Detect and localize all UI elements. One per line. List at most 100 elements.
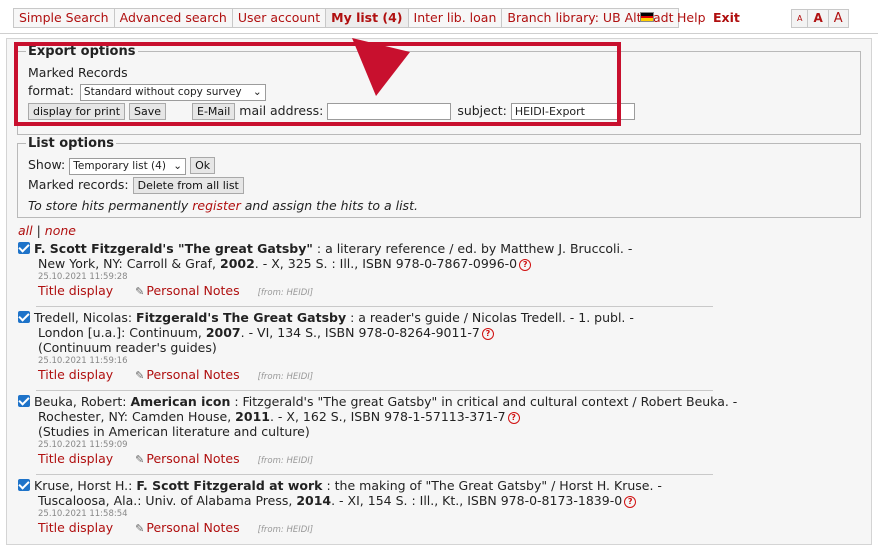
record-source: [from: HEIDI] (257, 456, 314, 466)
exit-link[interactable]: Exit (713, 10, 740, 25)
list-item: Beuka, Robert: American icon : Fitzgeral… (18, 394, 737, 469)
title-display-link[interactable]: Title display (38, 367, 113, 382)
record-extent: . - VI, 134 S., ISBN 978-0-8264-9011-7 (240, 325, 480, 340)
format-select-value: Standard without copy survey (83, 86, 242, 98)
paperclip-icon: ✎ (135, 369, 145, 382)
personal-notes-link[interactable]: Personal Notes (146, 451, 239, 466)
record-timestamp: 25.10.2021 11:59:09 (38, 440, 128, 450)
record-checkbox[interactable] (18, 395, 30, 407)
nav-my-list[interactable]: My list (4) (326, 9, 409, 27)
marked-records-label: Marked Records (28, 65, 128, 80)
nav-inter-library-loan[interactable]: Inter lib. loan (409, 9, 503, 27)
marked-records-row: Marked records: Delete from all list (28, 177, 244, 194)
record-year: 2002 (220, 256, 255, 271)
record-description: : a reader's guide / Nicolas Tredell. - … (346, 310, 634, 325)
register-note-suffix: and assign the hits to a list. (240, 198, 418, 213)
info-icon[interactable]: ? (481, 328, 494, 340)
info-icon[interactable]: ? (507, 412, 520, 424)
format-label: format: (28, 83, 74, 98)
record-source: [from: HEIDI] (257, 372, 314, 382)
list-select[interactable]: Temporary list (4) ⌄ (69, 158, 187, 175)
main-nav: Simple Search Advanced search User accou… (13, 8, 680, 28)
show-row: Show: Temporary list (4) ⌄ Ok (28, 157, 216, 175)
subject-input[interactable]: HEIDI-Export (510, 103, 635, 120)
record-timestamp: 25.10.2021 11:58:54 (38, 509, 128, 519)
record-description: : Fitzgerald's "The great Gatsby" in cri… (230, 394, 738, 409)
ok-button[interactable]: Ok (190, 157, 216, 174)
record-divider (36, 474, 713, 475)
paperclip-icon: ✎ (135, 522, 145, 535)
record-checkbox[interactable] (18, 242, 30, 254)
export-actions-row: display for print Save E-Mail mail addre… (28, 103, 635, 120)
record-divider (36, 390, 713, 391)
delete-from-all-list-button[interactable]: Delete from all list (132, 177, 244, 194)
export-options-legend: Export options (28, 44, 136, 59)
nav-user-account[interactable]: User account (233, 9, 327, 27)
select-separator: | (32, 223, 45, 238)
format-row: format: Standard without copy survey ⌄ (28, 83, 266, 101)
mail-address-input[interactable] (327, 103, 452, 120)
register-note: To store hits permanently register and a… (28, 198, 418, 213)
record-source: [from: HEIDI] (257, 525, 314, 535)
list-options-legend: List options (28, 136, 115, 151)
info-icon[interactable]: ? (519, 259, 532, 271)
register-note-prefix: To store hits permanently (28, 198, 193, 213)
info-icon[interactable]: ? (624, 496, 637, 508)
record-source: [from: HEIDI] (257, 288, 314, 298)
register-link[interactable]: register (192, 198, 240, 213)
list-item: Tredell, Nicolas: Fitzgerald's The Great… (18, 310, 718, 385)
personal-notes-link[interactable]: Personal Notes (146, 367, 239, 382)
record-author: Tredell, Nicolas: (34, 310, 137, 325)
record-author: Kruse, Horst H.: (34, 478, 137, 493)
record-series: (Studies in American literature and cult… (38, 424, 310, 439)
email-button[interactable]: E-Mail (192, 103, 236, 120)
record-series: (Continuum reader's guides) (38, 340, 217, 355)
paperclip-icon: ✎ (135, 285, 145, 298)
help-link[interactable]: Help (677, 10, 706, 25)
record-imprint: Rochester, NY: Camden House, (38, 409, 236, 424)
nav-simple-search[interactable]: Simple Search (14, 9, 115, 27)
title-display-link[interactable]: Title display (38, 520, 113, 535)
record-title[interactable]: Fitzgerald's The Great Gatsby (136, 310, 346, 325)
pointer-arrow-icon (352, 38, 410, 96)
record-title[interactable]: F. Scott Fitzgerald at work (136, 478, 322, 493)
font-size-large-button[interactable]: A (829, 10, 848, 27)
record-extent: . - XI, 154 S. : Ill., Kt., ISBN 978-0-8… (331, 493, 623, 508)
record-year: 2014 (296, 493, 332, 508)
personal-notes-link[interactable]: Personal Notes (146, 283, 239, 298)
select-none-link[interactable]: none (45, 223, 76, 238)
top-navigation-bar: Simple Search Advanced search User accou… (0, 0, 878, 34)
select-all-none: all | none (18, 223, 76, 238)
record-author: Beuka, Robert: (34, 394, 131, 409)
format-select[interactable]: Standard without copy survey ⌄ (79, 84, 266, 101)
personal-notes-link[interactable]: Personal Notes (146, 520, 239, 535)
record-checkbox[interactable] (18, 311, 30, 323)
subject-label: subject: (457, 103, 507, 118)
record-description: : the making of "The Great Gatsby" / Hor… (322, 478, 662, 493)
show-label: Show: (28, 157, 66, 172)
record-title[interactable]: F. Scott Fitzgerald's "The great Gatsby" (34, 241, 313, 256)
record-extent: . - X, 162 S., ISBN 978-1-57113-371-7 (269, 409, 506, 424)
list-select-value: Temporary list (4) (73, 160, 166, 172)
record-year: 2011 (235, 409, 270, 424)
record-title[interactable]: American icon (130, 394, 230, 409)
record-imprint: Tuscaloosa, Ala.: Univ. of Alabama Press… (38, 493, 297, 508)
title-display-link[interactable]: Title display (38, 283, 113, 298)
title-display-link[interactable]: Title display (38, 451, 113, 466)
paperclip-icon: ✎ (135, 453, 145, 466)
display-for-print-button[interactable]: display for print (28, 103, 126, 120)
flag-stripe-gold (641, 18, 653, 21)
save-button[interactable]: Save (129, 103, 167, 120)
nav-advanced-search[interactable]: Advanced search (115, 9, 233, 27)
list-item: F. Scott Fitzgerald's "The great Gatsby"… (18, 241, 718, 301)
list-item: Kruse, Horst H.: F. Scott Fitzgerald at … (18, 478, 718, 538)
record-divider (36, 306, 713, 307)
record-timestamp: 25.10.2021 11:59:16 (38, 356, 128, 366)
select-all-link[interactable]: all (18, 223, 33, 238)
font-size-medium-button[interactable]: A (808, 10, 829, 27)
record-imprint: London [u.a.]: Continuum, (38, 325, 206, 340)
font-size-small-button[interactable]: A (792, 10, 809, 27)
chevron-down-icon: ⌄ (173, 160, 183, 172)
record-checkbox[interactable] (18, 479, 30, 491)
german-flag-icon[interactable] (640, 12, 654, 22)
